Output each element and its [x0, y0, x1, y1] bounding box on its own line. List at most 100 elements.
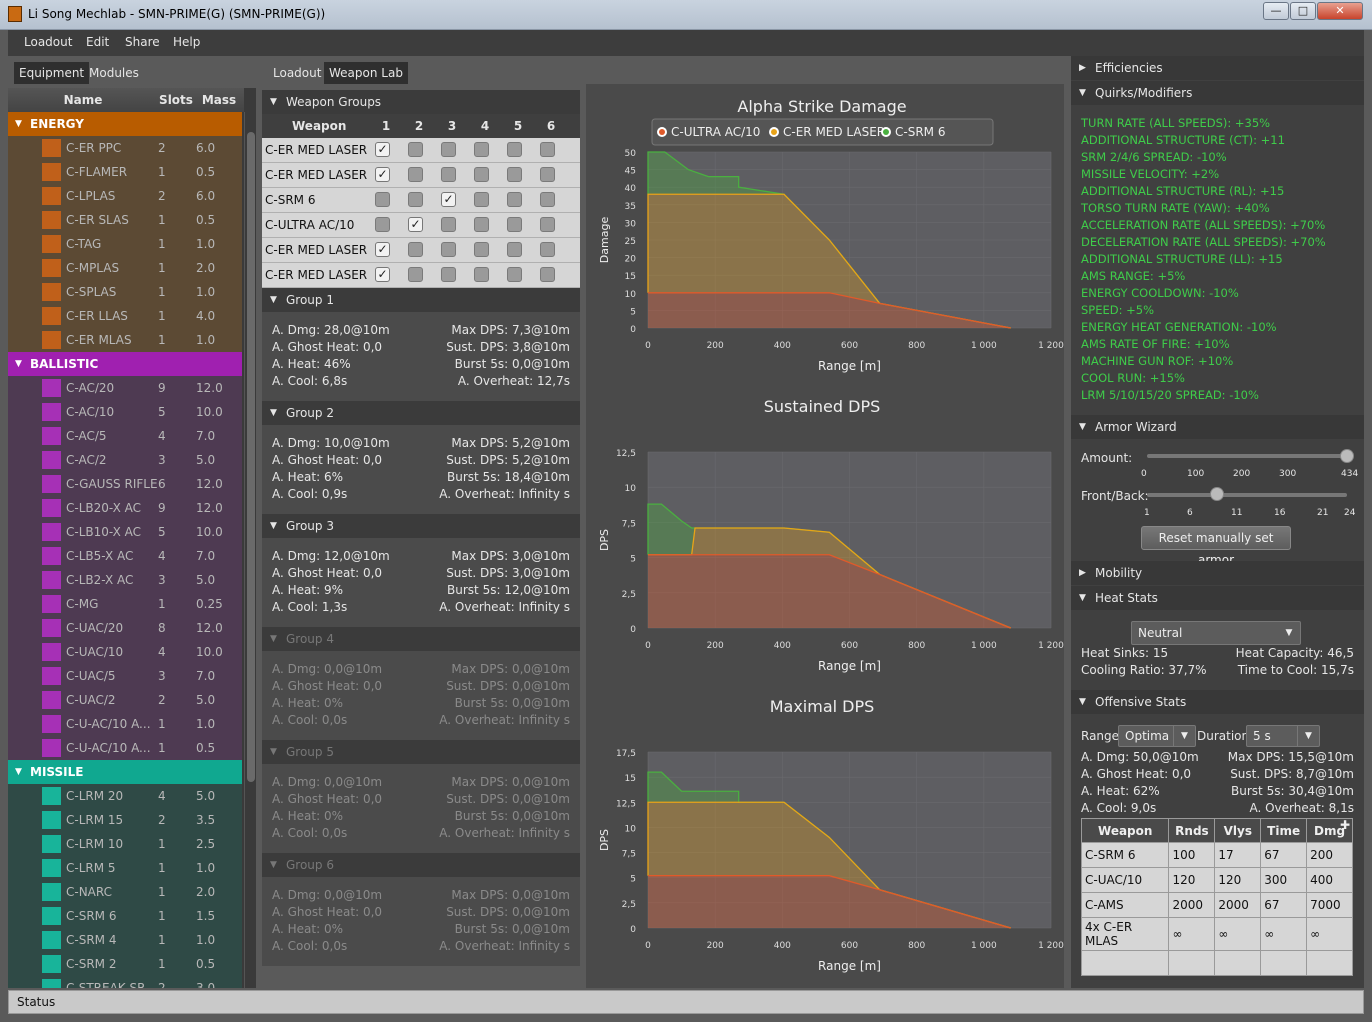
group-checkbox[interactable] — [474, 217, 489, 232]
equipment-item[interactable]: C-LRM 15 2 3.5 — [8, 808, 242, 832]
equipment-item[interactable]: C-SPLAS 1 1.0 — [8, 280, 242, 304]
category-ballistic[interactable]: ▼ BALLISTIC — [8, 352, 242, 376]
group-checkbox[interactable] — [507, 167, 522, 182]
group-checkbox[interactable] — [441, 267, 456, 282]
group-checkbox[interactable] — [507, 142, 522, 157]
equipment-item[interactable]: C-U-AC/10 A... 1 1.0 — [8, 712, 242, 736]
equipment-item[interactable]: C-LRM 20 4 5.0 — [8, 784, 242, 808]
equipment-item[interactable]: C-STREAK SR... 2 3.0 — [8, 976, 242, 988]
group-checkbox[interactable] — [408, 167, 423, 182]
category-energy[interactable]: ▼ ENERGY — [8, 112, 242, 136]
group-checkbox[interactable]: ✓ — [375, 142, 390, 157]
table-header[interactable]: Rnds — [1168, 818, 1216, 843]
group-checkbox[interactable] — [507, 192, 522, 207]
weapon-groups-header[interactable]: ▼ Weapon Groups — [262, 90, 580, 114]
group-checkbox[interactable] — [474, 142, 489, 157]
group-checkbox[interactable] — [375, 192, 390, 207]
equipment-item[interactable]: C-ER LLAS 1 4.0 — [8, 304, 242, 328]
group-checkbox[interactable] — [540, 242, 555, 257]
duration-dropdown[interactable]: 5 s ▼ — [1246, 725, 1320, 747]
amount-slider-thumb[interactable] — [1340, 449, 1354, 463]
group-checkbox[interactable] — [507, 242, 522, 257]
group-checkbox[interactable] — [540, 267, 555, 282]
group-checkbox[interactable]: ✓ — [441, 192, 456, 207]
group-checkbox[interactable] — [474, 192, 489, 207]
equipment-item[interactable]: C-AC/2 3 5.0 — [8, 448, 242, 472]
equipment-item[interactable]: C-NARC 1 2.0 — [8, 880, 242, 904]
heat-stats-header[interactable]: ▼ Heat Stats — [1071, 586, 1364, 610]
maximize-button[interactable]: □ — [1290, 2, 1316, 20]
group-checkbox[interactable] — [441, 142, 456, 157]
heat-environment-dropdown[interactable]: Neutral ▼ — [1131, 621, 1301, 645]
front-back-slider[interactable] — [1147, 493, 1347, 497]
equipment-item[interactable]: C-ER SLAS 1 0.5 — [8, 208, 242, 232]
equipment-scrollbar[interactable] — [244, 112, 256, 988]
group-checkbox[interactable]: ✓ — [375, 267, 390, 282]
equipment-item[interactable]: C-TAG 1 1.0 — [8, 232, 242, 256]
group-checkbox[interactable]: ✓ — [375, 242, 390, 257]
group-checkbox[interactable]: ✓ — [375, 167, 390, 182]
equipment-item[interactable]: C-UAC/2 2 5.0 — [8, 688, 242, 712]
minimize-button[interactable]: — — [1263, 2, 1289, 20]
equipment-item[interactable]: C-U-AC/10 A... 1 0.5 — [8, 736, 242, 760]
equipment-item[interactable]: C-SRM 6 1 1.5 — [8, 904, 242, 928]
group-checkbox[interactable] — [441, 242, 456, 257]
equipment-item[interactable]: C-UAC/5 3 7.0 — [8, 664, 242, 688]
column-slots[interactable]: Slots — [158, 88, 194, 112]
group-checkbox[interactable] — [408, 142, 423, 157]
group-checkbox[interactable] — [507, 267, 522, 282]
group-checkbox[interactable] — [408, 192, 423, 207]
group-checkbox[interactable] — [375, 217, 390, 232]
menu-share[interactable]: Share — [125, 35, 160, 49]
group-checkbox[interactable] — [507, 217, 522, 232]
menu-edit[interactable]: Edit — [86, 35, 109, 49]
equipment-item[interactable]: C-LB5-X AC 4 7.0 — [8, 544, 242, 568]
equipment-item[interactable]: C-SRM 2 1 0.5 — [8, 952, 242, 976]
equipment-item[interactable]: C-AC/20 9 12.0 — [8, 376, 242, 400]
group-checkbox[interactable] — [441, 167, 456, 182]
menu-loadout[interactable]: Loadout — [24, 35, 72, 49]
tab-weapon-lab[interactable]: Weapon Lab — [324, 62, 408, 84]
group-4-header[interactable]: ▼ Group 4 — [262, 627, 580, 651]
tab-modules[interactable]: Modules — [84, 62, 144, 84]
group-checkbox[interactable] — [441, 217, 456, 232]
armor-wizard-header[interactable]: ▼ Armor Wizard — [1071, 415, 1364, 439]
equipment-item[interactable]: C-LRM 10 1 2.5 — [8, 832, 242, 856]
close-button[interactable]: ✕ — [1317, 2, 1363, 20]
group-5-header[interactable]: ▼ Group 5 — [262, 740, 580, 764]
equipment-item[interactable]: C-LB10-X AC 5 10.0 — [8, 520, 242, 544]
front-back-slider-thumb[interactable] — [1209, 487, 1224, 501]
efficiencies-header[interactable]: ▶ Efficiencies — [1071, 56, 1364, 80]
group-checkbox[interactable] — [540, 192, 555, 207]
table-header[interactable]: Time — [1260, 818, 1308, 843]
equipment-item[interactable]: C-LB2-X AC 3 5.0 — [8, 568, 242, 592]
group-3-header[interactable]: ▼ Group 3 — [262, 514, 580, 538]
group-2-header[interactable]: ▼ Group 2 — [262, 401, 580, 425]
equipment-item[interactable]: C-MG 1 0.25 — [8, 592, 242, 616]
group-checkbox[interactable] — [540, 217, 555, 232]
mobility-header[interactable]: ▶ Mobility — [1071, 561, 1364, 585]
equipment-item[interactable]: C-SRM 4 1 1.0 — [8, 928, 242, 952]
group-checkbox[interactable] — [474, 167, 489, 182]
equipment-item[interactable]: C-FLAMER 1 0.5 — [8, 160, 242, 184]
quirks-header[interactable]: ▼ Quirks/Modifiers — [1071, 81, 1364, 105]
equipment-item[interactable]: C-UAC/10 4 10.0 — [8, 640, 242, 664]
range-dropdown[interactable]: Optima ▼ — [1118, 725, 1196, 747]
add-column-icon[interactable]: ✚ — [1340, 818, 1350, 832]
equipment-item[interactable]: C-ER PPC 2 6.0 — [8, 136, 242, 160]
equipment-item[interactable]: C-MPLAS 1 2.0 — [8, 256, 242, 280]
table-header[interactable]: Weapon — [1080, 818, 1170, 843]
offensive-stats-header[interactable]: ▼ Offensive Stats — [1071, 690, 1364, 714]
equipment-item[interactable]: C-LB20-X AC 9 12.0 — [8, 496, 242, 520]
equipment-item[interactable]: C-AC/5 4 7.0 — [8, 424, 242, 448]
category-missile[interactable]: ▼ MISSILE — [8, 760, 242, 784]
scrollbar-thumb[interactable] — [247, 132, 255, 782]
group-6-header[interactable]: ▼ Group 6 — [262, 853, 580, 877]
column-name[interactable]: Name — [8, 88, 158, 112]
equipment-item[interactable]: C-LPLAS 2 6.0 — [8, 184, 242, 208]
equipment-item[interactable]: C-LRM 5 1 1.0 — [8, 856, 242, 880]
table-header[interactable]: Vlys — [1214, 818, 1262, 843]
equipment-item[interactable]: C-ER MLAS 1 1.0 — [8, 328, 242, 352]
equipment-item[interactable]: C-UAC/20 8 12.0 — [8, 616, 242, 640]
group-checkbox[interactable] — [408, 242, 423, 257]
